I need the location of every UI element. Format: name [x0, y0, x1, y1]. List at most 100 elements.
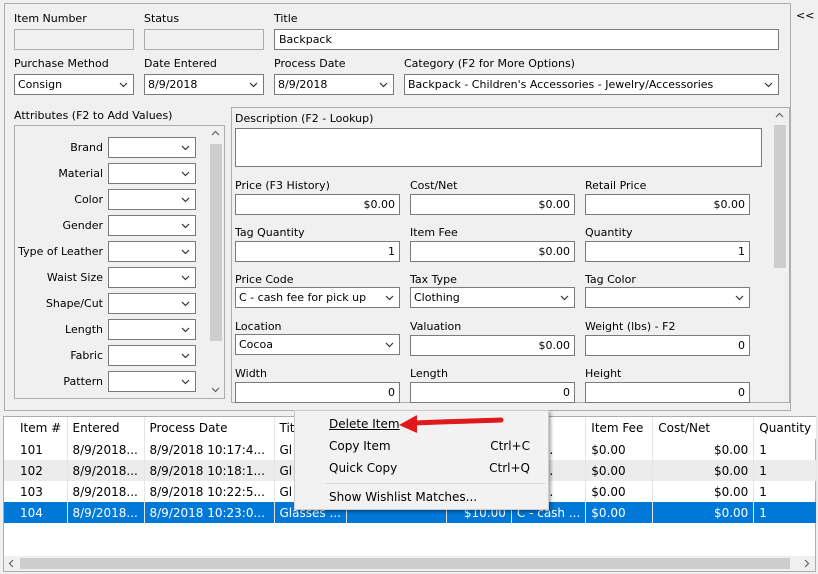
tag-quantity-field[interactable]: 1 [235, 241, 400, 262]
width-field[interactable]: 0 [235, 382, 400, 403]
attribute-select[interactable] [108, 293, 196, 314]
category-select[interactable]: Backpack - Children's Accessories - Jewe… [404, 74, 779, 95]
table-cell-cost: $0.00 [652, 502, 755, 523]
attribute-select[interactable] [108, 215, 196, 236]
height-label: Height [585, 367, 622, 380]
table-cell-qty: 1 [753, 481, 818, 502]
quantity-field[interactable]: 1 [585, 241, 750, 262]
purchase-method-select[interactable]: Consign [14, 74, 134, 95]
tax-type-select[interactable]: Clothing [410, 287, 575, 308]
attribute-label: Length [65, 323, 103, 336]
attributes-scroll-thumb[interactable] [210, 144, 222, 341]
col-entered[interactable]: Entered [67, 417, 145, 439]
valuation-field[interactable]: $0.00 [410, 335, 575, 356]
item-number-field[interactable] [14, 29, 134, 50]
grid-hscroll-thumb[interactable] [20, 558, 790, 569]
category-label: Category (F2 for More Options) [404, 57, 575, 70]
table-cell-process: 8/9/2018 10:22:5... [144, 481, 275, 502]
height-field[interactable]: 0 [585, 382, 750, 403]
weight-field[interactable]: 0 [585, 335, 750, 356]
chevron-down-icon [181, 327, 190, 333]
menu-separator [325, 483, 545, 484]
chevron-down-icon [181, 223, 190, 229]
menu-item-show-wishlist[interactable]: Show Wishlist Matches... [295, 486, 548, 508]
valuation-label: Valuation [410, 320, 462, 333]
chevron-down-icon [119, 82, 128, 88]
price-field[interactable]: $0.00 [235, 194, 400, 215]
col-cost-net[interactable]: Cost/Net [652, 417, 755, 439]
menu-item-copy[interactable]: Copy Item Ctrl+C [295, 435, 548, 457]
table-cell-entered: 8/9/2018... [67, 481, 145, 502]
title-field[interactable]: Backpack [274, 29, 779, 50]
menu-item-label: Delete Item [329, 417, 400, 431]
table-cell-item: 103 [4, 481, 68, 502]
scroll-left-icon[interactable] [4, 556, 19, 571]
table-cell-item: 101 [4, 439, 68, 460]
location-select[interactable]: Cocoa [235, 334, 400, 355]
chevron-down-icon [379, 82, 388, 88]
category-value: Backpack - Children's Accessories - Jewe… [408, 78, 714, 91]
attribute-select[interactable] [108, 267, 196, 288]
col-item-number[interactable]: Item # [4, 417, 68, 439]
red-arrow-icon [399, 415, 504, 433]
process-date-label: Process Date [274, 57, 346, 70]
date-entered-label: Date Entered [144, 57, 217, 70]
price-code-label: Price Code [235, 273, 294, 286]
table-cell-item: 102 [4, 460, 68, 481]
tax-type-label: Tax Type [410, 273, 457, 286]
menu-item-label: Show Wishlist Matches... [329, 490, 478, 504]
retail-price-field[interactable]: $0.00 [585, 194, 750, 215]
details-scrollbar[interactable] [772, 108, 788, 402]
scroll-up-icon[interactable] [772, 108, 787, 123]
chevron-down-icon [764, 82, 773, 88]
table-cell-qty: 1 [753, 439, 818, 460]
attribute-select[interactable] [108, 345, 196, 366]
chevron-down-icon [181, 301, 190, 307]
collapse-button[interactable]: << [796, 9, 814, 22]
tag-color-select[interactable] [585, 287, 750, 308]
attribute-select[interactable] [108, 189, 196, 210]
table-cell-item: 104 [4, 502, 68, 523]
tag-color-label: Tag Color [585, 273, 636, 286]
table-cell-entered: 8/9/2018... [67, 439, 145, 460]
scroll-down-icon[interactable] [208, 382, 223, 397]
price-label: Price (F3 History) [235, 179, 330, 192]
chevron-down-icon [385, 295, 394, 301]
tax-type-value: Clothing [414, 291, 460, 304]
attribute-select[interactable] [108, 371, 196, 392]
process-date-select[interactable]: 8/9/2018 [274, 74, 394, 95]
scroll-right-icon[interactable] [799, 556, 814, 571]
scroll-up-icon[interactable] [208, 126, 223, 141]
col-process-date[interactable]: Process Date [144, 417, 275, 439]
date-entered-select[interactable]: 8/9/2018 [144, 74, 264, 95]
col-item-fee[interactable]: Item Fee [585, 417, 654, 439]
cost-net-field[interactable]: $0.00 [410, 194, 575, 215]
item-number-label: Item Number [14, 12, 87, 25]
item-fee-field[interactable]: $0.00 [410, 241, 575, 262]
col-quantity[interactable]: Quantity [753, 417, 818, 439]
description-field[interactable] [235, 128, 762, 167]
attributes-scrollbar[interactable] [208, 126, 224, 398]
table-cell-process: 8/9/2018 10:23:0... [144, 502, 275, 523]
chevron-down-icon [560, 295, 569, 301]
length-field[interactable]: 0 [410, 382, 575, 403]
menu-item-shortcut: Ctrl+Q [489, 461, 530, 475]
attribute-label: Shape/Cut [45, 297, 103, 310]
grid-hscrollbar[interactable] [4, 556, 815, 571]
attributes-label: Attributes (F2 to Add Values) [14, 109, 173, 122]
menu-item-shortcut: Ctrl+C [490, 439, 530, 453]
attribute-select[interactable] [108, 241, 196, 262]
details-scroll-thumb[interactable] [774, 125, 786, 268]
chevron-down-icon [249, 82, 258, 88]
attribute-select[interactable] [108, 137, 196, 158]
menu-item-quick-copy[interactable]: Quick Copy Ctrl+Q [295, 457, 548, 479]
tag-quantity-label: Tag Quantity [235, 226, 305, 239]
attribute-label: Gender [62, 219, 103, 232]
attribute-select[interactable] [108, 163, 196, 184]
attribute-select[interactable] [108, 319, 196, 340]
status-field[interactable] [144, 29, 264, 50]
attribute-label: Material [58, 167, 103, 180]
price-code-select[interactable]: C - cash fee for pick up [235, 287, 400, 308]
status-label: Status [144, 12, 180, 25]
attribute-label: Color [74, 193, 103, 206]
